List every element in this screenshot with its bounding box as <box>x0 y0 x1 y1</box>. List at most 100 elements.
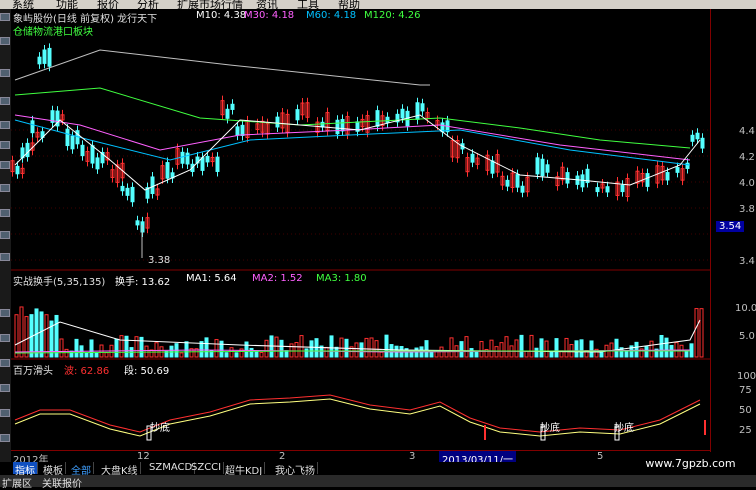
wave-label: 波: 62.86 <box>64 366 110 377</box>
volume-bar <box>689 343 694 358</box>
tab-szmacd[interactable]: SZMACD <box>147 462 196 474</box>
volume-bar <box>124 335 129 358</box>
bottom-bar: 扩展区 关联报价 <box>0 475 756 490</box>
volume-bar <box>24 316 29 358</box>
ma60-label: M60: 4.18 <box>306 10 357 21</box>
candle-body <box>235 126 240 136</box>
volume-bar <box>19 306 24 358</box>
volume-bar <box>414 347 419 358</box>
volume-bar <box>444 351 449 358</box>
ma120-label: M120: 4.26 <box>364 10 421 21</box>
candle-body <box>505 179 510 187</box>
volume-bar <box>154 342 159 358</box>
candle-body <box>645 173 650 187</box>
volume-bar <box>214 339 219 358</box>
candle-body <box>595 187 600 193</box>
volume-bar <box>644 346 649 358</box>
volume-bar <box>59 338 64 358</box>
volume-bar <box>284 350 289 358</box>
candle-body <box>185 152 190 165</box>
candle-body <box>385 116 390 123</box>
volume-bar <box>14 314 19 358</box>
volume-bar <box>589 340 594 358</box>
candle-body <box>685 162 690 169</box>
candle-body <box>295 109 300 121</box>
volume-bar <box>244 341 249 358</box>
candle-body <box>225 108 230 119</box>
time-label: 5 <box>597 451 604 462</box>
volume-bar <box>234 352 239 358</box>
candle-body <box>180 151 185 164</box>
sector-label: 仓储物流港口板块 <box>13 27 93 38</box>
volume-bar <box>259 351 264 358</box>
volume-bar <box>294 342 299 358</box>
tab-all[interactable]: 全部 <box>69 462 94 477</box>
volume-bar <box>554 338 559 358</box>
bottom-signal-label: 抄底 <box>614 423 634 434</box>
candle-body <box>540 158 545 177</box>
tab-template[interactable]: 模板 <box>41 462 66 477</box>
volume-bar <box>89 339 94 358</box>
ma-line <box>14 49 430 86</box>
tab-extension-area[interactable]: 扩展区 <box>2 475 32 490</box>
volume-bar <box>119 335 124 358</box>
volume-bar <box>464 336 469 358</box>
volume-bar <box>254 350 259 358</box>
candle-body <box>95 157 100 170</box>
watermark: www.7gpzb.com <box>625 452 756 475</box>
segment-line <box>14 398 701 437</box>
candle-body <box>135 220 140 226</box>
candle-body <box>675 167 680 173</box>
candle-body <box>275 116 280 128</box>
volume-bar <box>379 351 384 358</box>
volume-bar <box>364 337 369 358</box>
volume-bar <box>449 337 454 358</box>
indicator-panel-title: 百万滑头 <box>13 366 53 377</box>
stock-chart[interactable] <box>0 0 756 487</box>
volume-bar <box>614 338 619 358</box>
candle-body <box>520 185 525 193</box>
volume-bar <box>499 342 504 358</box>
candle-body <box>215 156 220 172</box>
candle-body <box>240 124 245 136</box>
volume-bar <box>694 308 699 358</box>
volume-bar <box>489 339 494 358</box>
volume-bar <box>384 334 389 358</box>
volume-bar <box>139 336 144 358</box>
volume-bar <box>369 337 374 358</box>
candle-body <box>200 157 205 171</box>
volume-bar <box>44 314 49 358</box>
volume-panel-title: 实战换手(5,35,135) <box>13 277 106 288</box>
candle-body <box>415 102 420 120</box>
crosshair-date-box: 2013/03/11/一 <box>439 451 517 466</box>
volume-bar <box>469 348 474 358</box>
candle-body <box>42 49 47 64</box>
turnover-label: 换手: 13.62 <box>115 277 171 288</box>
tab-kdj[interactable]: 超牛KDJ <box>223 462 266 477</box>
volume-bar <box>579 339 584 358</box>
candle-body <box>47 47 52 67</box>
candle-body <box>420 103 425 112</box>
tab-custom[interactable]: 我心飞扬 <box>273 462 318 477</box>
candle-body <box>70 135 75 150</box>
volume-bar <box>514 339 519 358</box>
candle-body <box>90 145 95 164</box>
volume-bar <box>479 341 484 358</box>
volume-bar <box>664 337 669 358</box>
volume-bar <box>429 351 434 358</box>
ma-line <box>14 119 691 166</box>
volume-bar <box>104 352 109 358</box>
volume-bar <box>659 334 664 358</box>
bottom-signal-label: 抄底 <box>540 423 560 434</box>
volume-bar <box>219 340 224 358</box>
ma2-label: MA2: 1.52 <box>252 273 303 284</box>
candle-body <box>150 176 155 195</box>
tab-related-quotes[interactable]: 关联报价 <box>42 475 82 490</box>
volume-bar <box>519 334 524 358</box>
tab-szcci[interactable]: SZCCI <box>189 462 225 474</box>
tab-index-kline[interactable]: 大盘K线 <box>99 462 141 477</box>
tab-indicator[interactable]: 指标 <box>13 462 38 477</box>
volume-bar <box>564 337 569 358</box>
candle-body <box>30 120 35 134</box>
segment-label: 段: 50.69 <box>124 366 170 377</box>
